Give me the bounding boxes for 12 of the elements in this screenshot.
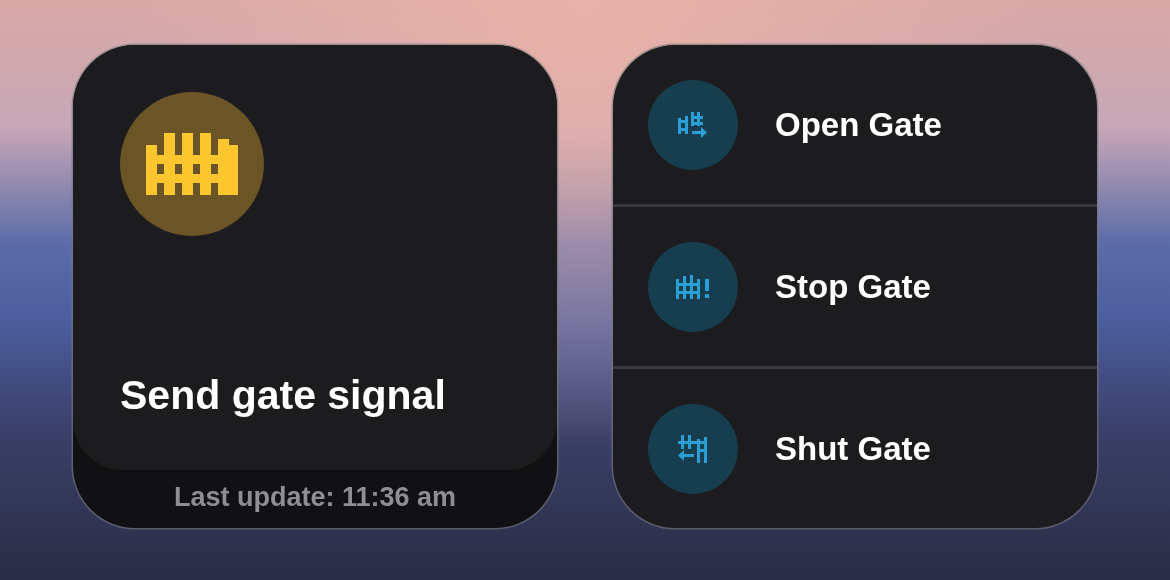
action-row[interactable]: Stop Gate bbox=[613, 204, 1097, 366]
action-row[interactable]: Open Gate bbox=[613, 45, 1097, 204]
gate-tile[interactable]: Send gate signal Last update: 11:36 am bbox=[73, 45, 557, 528]
action-label: Stop Gate bbox=[775, 267, 931, 306]
action-label: Open Gate bbox=[775, 105, 942, 144]
action-label: Shut Gate bbox=[775, 429, 931, 468]
fence-arrow-right-icon bbox=[678, 111, 708, 138]
fence-arrow-left-icon bbox=[678, 434, 708, 463]
tile-title: Send gate signal bbox=[120, 372, 447, 419]
action-row[interactable]: Shut Gate bbox=[613, 366, 1097, 528]
fence-exclamation-icon bbox=[676, 274, 710, 299]
last-update-text: Last update: 11:36 am bbox=[173, 481, 457, 513]
